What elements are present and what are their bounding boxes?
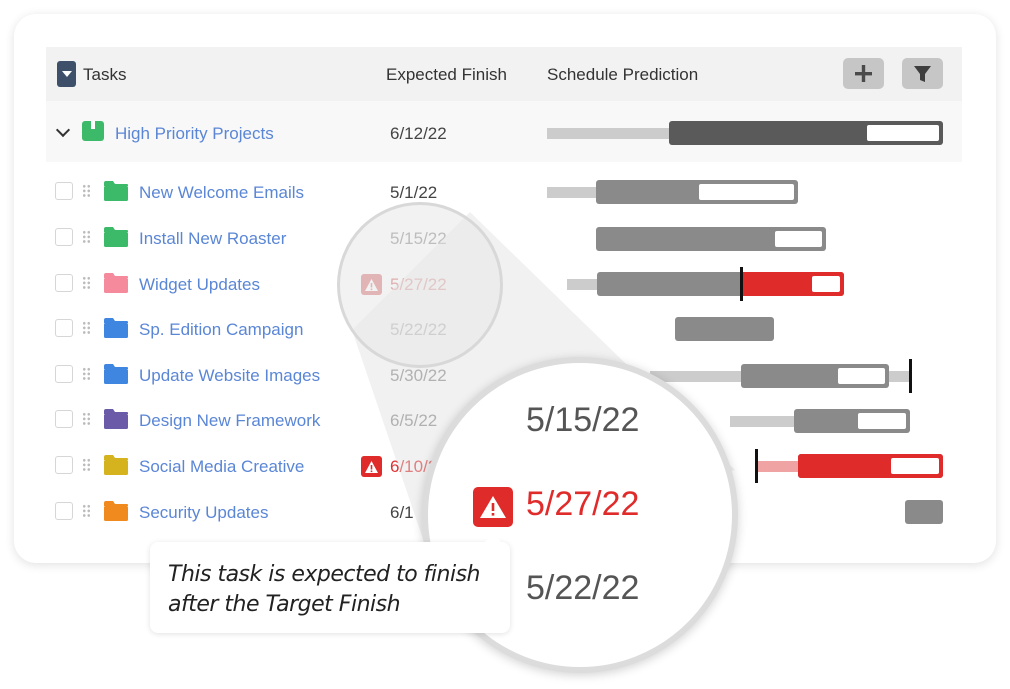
tooltip-text: This task is expected to finish after th… <box>168 560 481 620</box>
task-checkbox[interactable] <box>55 365 73 383</box>
filter-button[interactable] <box>902 58 943 89</box>
expected-finish-date: 6/5/22 <box>390 411 438 430</box>
drag-handle-icon[interactable] <box>82 184 91 198</box>
folder-icon <box>104 455 128 475</box>
drag-handle-icon[interactable] <box>82 458 91 472</box>
box-icon <box>82 121 104 141</box>
task-name[interactable]: Widget Updates <box>139 275 260 295</box>
folder-icon <box>104 318 128 338</box>
tasks-column-header[interactable]: Tasks <box>83 65 126 85</box>
task-checkbox[interactable] <box>55 456 73 474</box>
task-name[interactable]: Design New Framework <box>139 411 320 431</box>
caret-down-icon[interactable] <box>57 61 76 87</box>
expected-finish-date: 5/1/22 <box>390 183 438 202</box>
expected-finish-date: 5/30/22 <box>390 366 447 385</box>
expected-finish-column-header[interactable]: Expected Finish <box>386 65 507 85</box>
magnifier-source-lens <box>337 202 503 368</box>
task-checkbox[interactable] <box>55 410 73 428</box>
magnified-date: 5/15/22 <box>526 401 640 439</box>
task-name[interactable]: Install New Roaster <box>139 229 286 249</box>
warning-icon[interactable] <box>361 456 382 477</box>
filter-icon <box>914 66 931 82</box>
group-expected-finish: 6/12/22 <box>390 124 447 143</box>
plus-icon <box>855 65 872 82</box>
folder-icon <box>104 409 128 429</box>
magnified-date: 5/22/22 <box>526 569 640 607</box>
task-checkbox[interactable] <box>55 274 73 292</box>
drag-handle-icon[interactable] <box>82 412 91 426</box>
group-name[interactable]: High Priority Projects <box>115 124 274 144</box>
folder-icon <box>104 181 128 201</box>
folder-icon <box>104 227 128 247</box>
task-checkbox[interactable] <box>55 182 73 200</box>
tooltip-line-1: This task is expected to finish <box>168 562 481 587</box>
folder-icon <box>104 501 128 521</box>
task-name[interactable]: Social Media Creative <box>139 457 304 477</box>
expected-finish-date: 6/1 <box>390 503 414 522</box>
drag-handle-icon[interactable] <box>82 367 91 381</box>
add-button[interactable] <box>843 58 884 89</box>
drag-handle-icon[interactable] <box>82 230 91 244</box>
late-warning-tooltip: This task is expected to finish after th… <box>150 533 510 633</box>
schedule-prediction-column-header[interactable]: Schedule Prediction <box>547 65 698 85</box>
task-checkbox[interactable] <box>55 228 73 246</box>
task-name[interactable]: Update Website Images <box>139 366 320 386</box>
task-checkbox[interactable] <box>55 319 73 337</box>
drag-handle-icon[interactable] <box>82 276 91 290</box>
magnified-late-date: 5/27/22 <box>526 485 640 523</box>
task-name[interactable]: Security Updates <box>139 503 268 523</box>
drag-handle-icon[interactable] <box>82 321 91 335</box>
warning-icon[interactable] <box>473 487 513 527</box>
folder-icon <box>104 273 128 293</box>
drag-handle-icon[interactable] <box>82 504 91 518</box>
task-checkbox[interactable] <box>55 502 73 520</box>
task-name[interactable]: Sp. Edition Campaign <box>139 320 303 340</box>
tooltip-line-2: after the Target Finish <box>168 592 401 617</box>
folder-icon <box>104 364 128 384</box>
task-name[interactable]: New Welcome Emails <box>139 183 304 203</box>
